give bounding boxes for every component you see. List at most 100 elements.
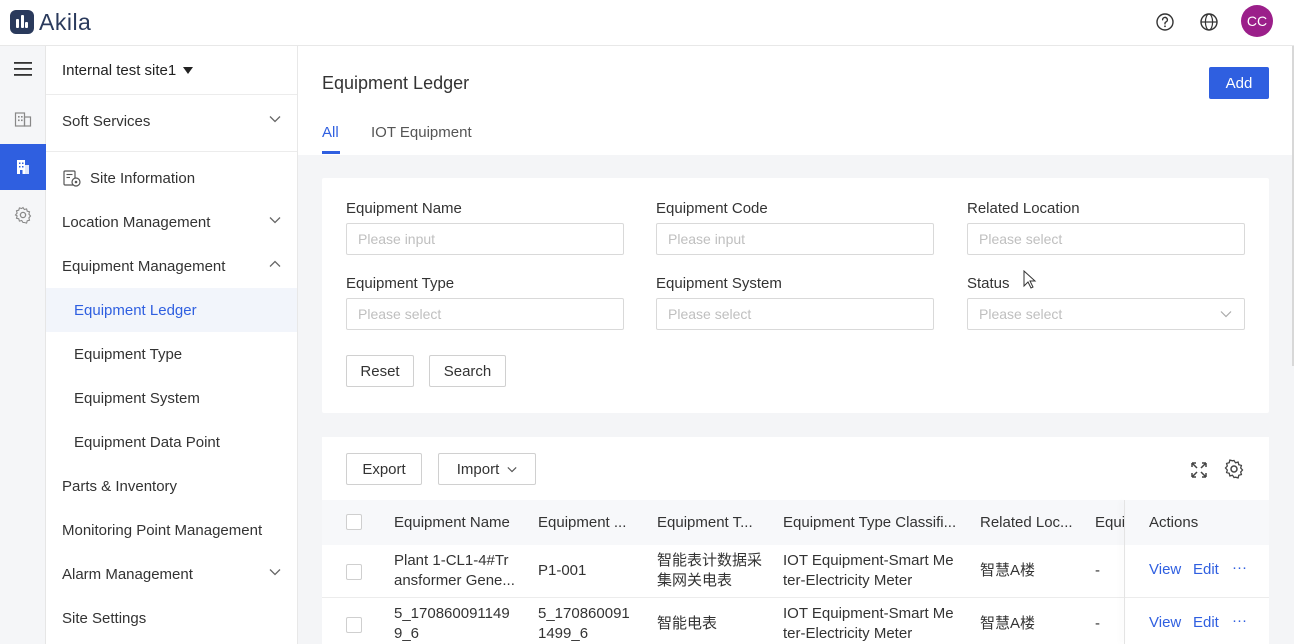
menu-alarm-management[interactable]: Alarm Management [46, 552, 297, 596]
select-all-checkbox[interactable] [346, 514, 362, 530]
akila-logo-icon [10, 10, 34, 34]
chevron-down-icon [269, 116, 281, 123]
menu-label: Site Settings [62, 609, 147, 627]
site-selector[interactable]: Internal test site1 [46, 46, 297, 95]
menu-parts-inventory[interactable]: Parts & Inventory [46, 464, 297, 508]
language-globe-icon[interactable] [1197, 10, 1221, 34]
cell-line: ansformer Gene... [394, 572, 515, 589]
related-location-select[interactable]: Please select [967, 223, 1245, 255]
menu-label: Site Information [90, 169, 196, 187]
column-header[interactable]: Equi [1095, 514, 1125, 531]
chevron-up-icon [269, 260, 281, 267]
reset-button[interactable]: Reset [346, 355, 414, 387]
cell-line: 智能电表 [657, 615, 718, 632]
menu-location-management[interactable]: Location Management [46, 200, 297, 244]
menu-label: Parts & Inventory [62, 477, 178, 495]
add-button[interactable]: Add [1209, 67, 1269, 99]
column-header[interactable]: Equipment T... [657, 514, 753, 531]
status-label: Status [967, 275, 1010, 292]
tab-all[interactable]: All [322, 124, 339, 141]
table-row[interactable]: 5_170860091149 9_6 5_170860091 1499_6 智能… [322, 598, 1269, 644]
cell-type-classification: IOT Equipment-Smart Me ter-Electricity M… [783, 604, 954, 644]
equipment-name-input[interactable] [346, 223, 624, 255]
menu-equipment-system[interactable]: Equipment System [46, 376, 297, 420]
status-select[interactable]: Please select [967, 298, 1245, 330]
menu-monitoring-point[interactable]: Monitoring Point Management [46, 508, 297, 552]
select-placeholder: Please select [979, 231, 1063, 247]
brand-name: Akila [39, 8, 92, 35]
column-header[interactable]: Related Loc... [980, 514, 1073, 531]
column-header-actions: Actions [1149, 514, 1199, 531]
top-bar: Akila CC [0, 0, 1294, 46]
import-button[interactable]: Import [438, 453, 536, 485]
cell-equi: - [1095, 562, 1100, 579]
cell-equipment-code: P1-001 [538, 561, 586, 581]
chevron-down-icon [507, 466, 517, 472]
cell-equipment-name: Plant 1-CL1-4#Tr ansformer Gene... [394, 551, 515, 591]
menu-soft-services[interactable]: Soft Services [46, 99, 297, 143]
view-link[interactable]: View [1149, 614, 1181, 631]
help-icon[interactable] [1153, 10, 1177, 34]
column-header[interactable]: Equipment Type Classifi... [783, 514, 956, 531]
more-actions-icon[interactable]: ··· [1232, 559, 1247, 576]
select-placeholder: Please select [358, 306, 442, 322]
page-header: Equipment Ledger Add All IOT Equipment [298, 46, 1294, 155]
cell-line: 智能表计数据采 [657, 552, 763, 569]
menu-equipment-type[interactable]: Equipment Type [46, 332, 297, 376]
import-label: Import [456, 460, 500, 478]
filter-panel: Equipment Name Equipment Code Related Lo… [322, 178, 1269, 413]
menu-site-settings[interactable]: Site Settings [46, 596, 297, 640]
menu-equipment-data-point[interactable]: Equipment Data Point [46, 420, 297, 464]
cell-equi: - [1095, 615, 1100, 632]
equipment-system-select[interactable]: Please select [656, 298, 934, 330]
cell-line: IOT Equipment-Smart Me [783, 552, 954, 569]
cell-equipment-name: 5_170860091149 9_6 [394, 604, 510, 644]
page-title: Equipment Ledger [322, 73, 470, 93]
menu-label: Monitoring Point Management [62, 521, 263, 539]
settings-gear-icon[interactable] [0, 192, 46, 238]
menu-toggle-icon[interactable] [0, 46, 46, 92]
chevron-down-icon [269, 569, 281, 576]
search-button[interactable]: Search [429, 355, 506, 387]
site-building-icon[interactable] [0, 144, 46, 190]
equipment-system-label: Equipment System [656, 275, 782, 292]
equipment-type-select[interactable]: Please select [346, 298, 624, 330]
cell-line: ter-Electricity Meter [783, 572, 913, 589]
fullscreen-icon[interactable] [1190, 461, 1208, 479]
more-actions-icon[interactable]: ··· [1232, 612, 1247, 629]
edit-link[interactable]: Edit [1193, 561, 1219, 578]
fixed-column-divider [1124, 500, 1125, 644]
cell-line: ter-Electricity Meter [783, 625, 913, 642]
caret-down-icon [183, 67, 194, 74]
export-button[interactable]: Export [346, 453, 422, 485]
equipment-name-label: Equipment Name [346, 200, 462, 217]
column-header[interactable]: Equipment ... [538, 514, 626, 531]
buildings-icon[interactable] [0, 96, 46, 142]
column-settings-gear-icon[interactable] [1224, 459, 1244, 479]
equipment-code-input[interactable] [656, 223, 934, 255]
menu-label: Equipment Ledger [74, 301, 197, 319]
menu-equipment-management[interactable]: Equipment Management [46, 244, 297, 288]
cell-line: P1-001 [538, 562, 587, 579]
menu-label: Equipment Management [62, 257, 226, 275]
edit-link[interactable]: Edit [1193, 614, 1219, 631]
row-checkbox[interactable] [346, 564, 362, 580]
column-header[interactable]: Equipment Name [394, 514, 510, 531]
menu-site-information[interactable]: Site Information [46, 156, 297, 200]
tab-iot-equipment[interactable]: IOT Equipment [371, 124, 472, 141]
menu-label: Alarm Management [62, 565, 193, 583]
menu-equipment-ledger[interactable]: Equipment Ledger [46, 288, 297, 332]
app-logo[interactable]: Akila [10, 8, 91, 36]
view-link[interactable]: View [1149, 561, 1181, 578]
icon-rail [0, 46, 46, 644]
cell-line: 5_170860091 [538, 605, 630, 622]
menu-label: Soft Services [62, 112, 151, 130]
row-checkbox[interactable] [346, 617, 362, 633]
table-row[interactable]: Plant 1-CL1-4#Tr ansformer Gene... P1-00… [322, 545, 1269, 598]
site-info-icon [63, 170, 81, 187]
user-avatar[interactable]: CC [1241, 5, 1273, 37]
cell-line: IOT Equipment-Smart Me [783, 605, 954, 622]
equipment-code-label: Equipment Code [656, 200, 768, 217]
related-location-label: Related Location [967, 200, 1080, 217]
main-content: Equipment Ledger Add All IOT Equipment E… [298, 46, 1294, 644]
